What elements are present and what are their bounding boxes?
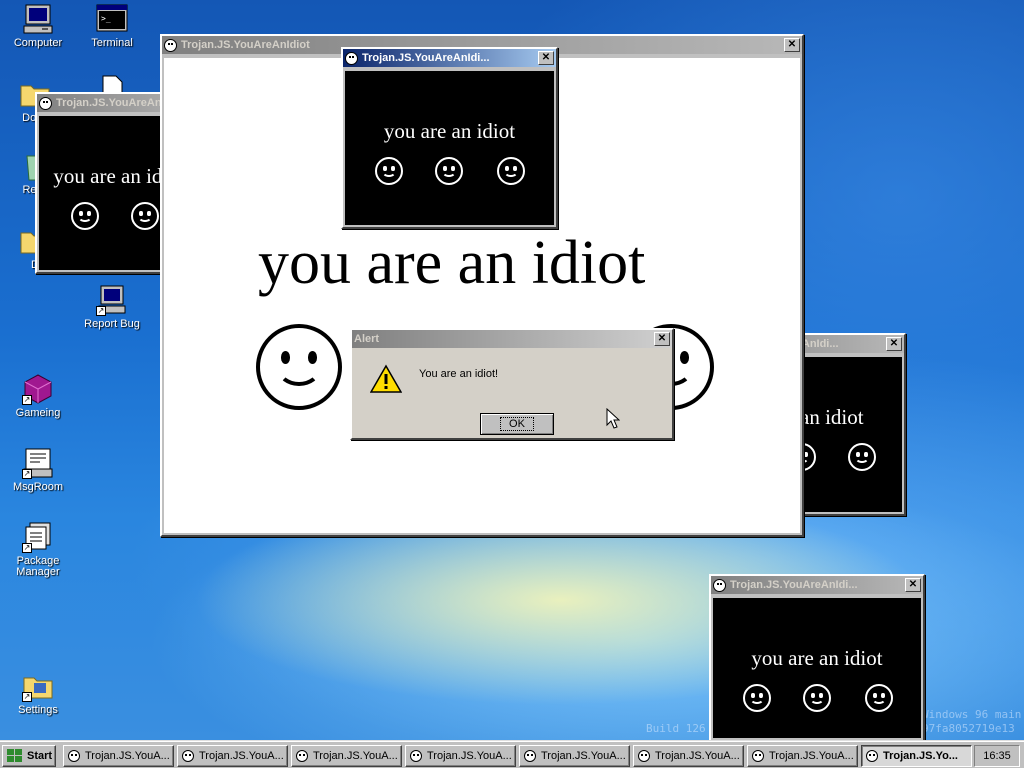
taskbar-item-label: Trojan.JS.YouA... <box>655 750 740 762</box>
window-content: you are an idiot <box>345 71 554 225</box>
title-bar[interactable]: Trojan.JS.YouAreAnIdi... <box>343 49 556 67</box>
smiley-app-icon <box>410 750 422 762</box>
taskbar-item-label: Trojan.JS.YouA... <box>769 750 854 762</box>
close-button[interactable] <box>538 51 554 65</box>
smiley-face-icon <box>256 324 342 410</box>
window-title: Trojan.JS.YouAreAnIdi... <box>730 579 858 591</box>
shortcut-arrow-icon: ↗ <box>22 469 32 479</box>
smiley-face-icon <box>865 684 893 712</box>
ok-button-label: OK <box>500 417 534 431</box>
smiley-app-icon <box>638 750 650 762</box>
taskbar-item-label: Trojan.JS.YouA... <box>85 750 170 762</box>
smiley-face-icon <box>743 684 771 712</box>
alert-dialog[interactable]: Alert You are an idiot! OK <box>350 328 674 440</box>
start-logo-icon <box>7 749 23 763</box>
start-label: Start <box>27 750 53 762</box>
warning-icon <box>370 364 402 393</box>
settings-icon: ↗ <box>22 670 54 702</box>
smiley-face-icon <box>803 684 831 712</box>
desktop: Build 126 Windows 96 main 97fa8052719e13… <box>0 0 1024 740</box>
svg-text:>_: >_ <box>101 14 111 23</box>
computer-icon <box>22 3 54 35</box>
desktop-icon-label: Gameing <box>15 407 61 419</box>
close-button[interactable] <box>654 332 670 346</box>
smiley-app-icon <box>182 750 194 762</box>
taskbar-item-label: Trojan.JS.Yo... <box>883 750 958 762</box>
smiley-face-icon <box>848 443 876 471</box>
version-watermark: Windows 96 main <box>922 708 1022 721</box>
ok-button[interactable]: OK <box>480 413 554 435</box>
taskbar-item[interactable]: Trojan.JS.YouA... <box>63 745 174 767</box>
package-manager-icon: ↗ <box>22 521 54 553</box>
close-button[interactable] <box>784 38 800 52</box>
taskbar-item[interactable]: Trojan.JS.YouA... <box>405 745 516 767</box>
close-button[interactable] <box>905 578 921 592</box>
desktop-icon-settings[interactable]: ↗ Settings <box>3 670 73 716</box>
smiley-face-icon <box>375 157 403 185</box>
shortcut-arrow-icon: ↗ <box>22 543 32 553</box>
desktop-icon-terminal[interactable]: >_ Terminal <box>77 3 147 49</box>
taskbar-item-label: Trojan.JS.YouA... <box>541 750 626 762</box>
popup-window-bottom[interactable]: Trojan.JS.YouAreAnIdi... you are an idio… <box>709 574 925 740</box>
smiley-app-icon <box>713 578 726 592</box>
smiley-face-icon <box>435 157 463 185</box>
idiot-text: you are an idiot <box>751 646 883 670</box>
smiley-app-icon <box>164 38 177 52</box>
smiley-face-icon <box>497 157 525 185</box>
close-button[interactable] <box>886 337 902 351</box>
shortcut-arrow-icon: ↗ <box>96 306 106 316</box>
desktop-icon-label: Terminal <box>91 37 133 49</box>
shortcut-arrow-icon: ↗ <box>22 395 32 405</box>
smiley-app-icon <box>296 750 308 762</box>
smiley-app-icon <box>524 750 536 762</box>
smiley-app-icon <box>752 750 764 762</box>
desktop-icon-package-manager[interactable]: ↗ Package Manager <box>3 521 73 578</box>
build-watermark: Build 126 <box>646 722 706 735</box>
taskbar-item[interactable]: Trojan.JS.YouA... <box>177 745 288 767</box>
taskbar-item[interactable]: Trojan.JS.YouA... <box>519 745 630 767</box>
desktop-icon-msgroom[interactable]: ↗ MsgRoom <box>3 447 73 493</box>
alert-content: You are an idiot! OK <box>354 352 670 436</box>
desktop-icon-computer[interactable]: Computer <box>3 3 73 49</box>
desktop-icon-report-bug[interactable]: ↗ Report Bug <box>77 284 147 330</box>
desktop-icon-gameing[interactable]: ↗ Gameing <box>3 373 73 419</box>
idiot-text: you are an idiot <box>383 119 516 143</box>
taskbar-item-label: Trojan.JS.YouA... <box>427 750 512 762</box>
desktop-icon-label: MsgRoom <box>12 481 64 493</box>
alert-message: You are an idiot! <box>419 368 499 380</box>
idiot-big-text: you are an idiot <box>258 229 646 297</box>
window-content: you are an idiot <box>713 598 921 738</box>
alert-title: Alert <box>354 333 380 345</box>
smiley-app-icon <box>345 51 358 65</box>
mouse-cursor-icon <box>606 408 620 429</box>
smiley-app-icon <box>68 750 80 762</box>
desktop-icon-label: Settings <box>18 704 58 716</box>
taskbar-item[interactable]: Trojan.JS.YouA... <box>633 745 744 767</box>
desktop-icon-label: Computer <box>13 37 63 49</box>
taskbar: Start Trojan.JS.YouA... Trojan.JS.YouA..… <box>0 740 1024 768</box>
popup-window-top[interactable]: Trojan.JS.YouAreAnIdi... you are an idio… <box>341 47 558 229</box>
smiley-app-icon <box>866 750 878 762</box>
smiley-face-icon <box>131 202 159 230</box>
report-bug-icon: ↗ <box>96 284 128 316</box>
hash-watermark: 97fa8052719e13 <box>922 722 1015 735</box>
title-bar[interactable]: Alert <box>352 330 672 348</box>
taskbar-item[interactable]: Trojan.JS.YouA... <box>291 745 402 767</box>
window-title: Trojan.JS.YouAreAnIdi... <box>362 52 490 64</box>
system-clock[interactable]: 16:35 <box>974 745 1020 767</box>
desktop-icon-label: Package Manager <box>16 555 60 578</box>
shortcut-arrow-icon: ↗ <box>22 692 32 702</box>
taskbar-item[interactable]: Trojan.JS.YouA... <box>747 745 858 767</box>
smiley-face-icon <box>71 202 99 230</box>
cube-icon: ↗ <box>22 373 54 405</box>
taskbar-item-label: Trojan.JS.YouA... <box>199 750 284 762</box>
smiley-app-icon <box>39 96 52 110</box>
desktop-icon-label: Report Bug <box>84 318 140 330</box>
taskbar-item-label: Trojan.JS.YouA... <box>313 750 398 762</box>
msgroom-icon: ↗ <box>22 447 54 479</box>
start-button[interactable]: Start <box>2 745 56 767</box>
title-bar[interactable]: Trojan.JS.YouAreAnIdi... <box>711 576 923 594</box>
terminal-icon: >_ <box>96 3 128 35</box>
taskbar-item-active[interactable]: Trojan.JS.Yo... <box>861 745 972 767</box>
